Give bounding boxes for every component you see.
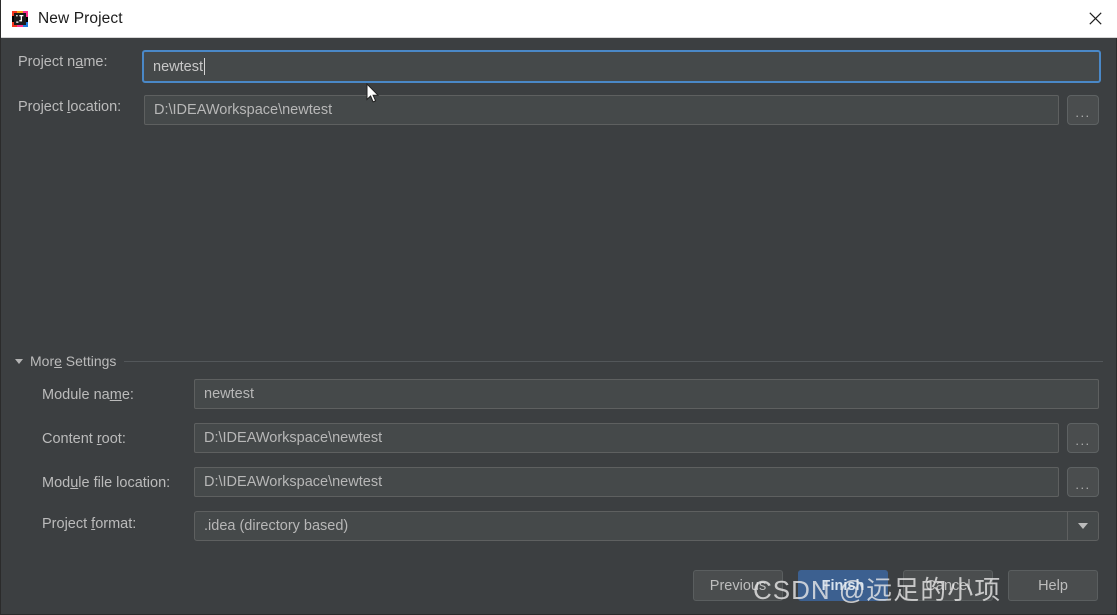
window-title: New Project [38, 9, 123, 27]
module-file-location-browse-button[interactable]: ... [1067, 467, 1099, 497]
ellipsis-icon: ... [1075, 476, 1091, 492]
new-project-dialog: New Project Project name: newtest Projec… [0, 0, 1117, 615]
section-divider [124, 360, 1103, 362]
chevron-down-icon[interactable] [1067, 512, 1098, 540]
intellij-idea-icon [11, 10, 29, 28]
module-name-value: newtest [204, 386, 254, 402]
ellipsis-icon: ... [1075, 104, 1091, 120]
finish-button[interactable]: Finish [798, 570, 888, 601]
more-settings-toggle[interactable]: More Settings [15, 352, 1103, 370]
project-format-value: .idea (directory based) [204, 518, 349, 534]
project-location-label-wrap: Project location: [18, 99, 121, 115]
cancel-button-label: Cancel [925, 577, 971, 594]
module-file-location-label: Module file location: [42, 475, 171, 491]
project-location-value: D:\IDEAWorkspace\newtest [154, 102, 333, 118]
content-root-label-wrap: Content root: [42, 431, 126, 447]
project-location-label: Project location: [18, 99, 122, 115]
project-format-label-wrap: Project format: [42, 516, 136, 532]
close-icon[interactable] [1072, 0, 1117, 37]
module-file-location-label-wrap: Module file location: [42, 475, 170, 491]
module-file-location-value: D:\IDEAWorkspace\newtest [204, 474, 383, 490]
previous-button-label: Previous [709, 577, 767, 594]
text-caret [203, 58, 205, 75]
content-root-value: D:\IDEAWorkspace\newtest [204, 430, 383, 446]
previous-button[interactable]: Previous [693, 570, 783, 601]
project-location-input[interactable]: D:\IDEAWorkspace\newtest [144, 95, 1059, 125]
project-name-value: newtest [153, 58, 203, 75]
help-button[interactable]: Help [1008, 570, 1098, 601]
project-name-label: Project name: [18, 54, 108, 70]
project-name-label-wrap: Project name: [18, 54, 107, 70]
project-format-select[interactable]: .idea (directory based) [194, 511, 1099, 541]
content-root-input[interactable]: D:\IDEAWorkspace\newtest [194, 423, 1059, 453]
module-name-label-wrap: Module name: [42, 387, 134, 403]
project-name-input[interactable]: newtest [142, 50, 1101, 83]
more-settings-label: More Settings [30, 353, 117, 369]
cancel-button[interactable]: Cancel [903, 570, 993, 601]
module-file-location-input[interactable]: D:\IDEAWorkspace\newtest [194, 467, 1059, 497]
project-format-label: Project format: [42, 516, 137, 532]
help-button-label: Help [1038, 577, 1068, 594]
title-bar: New Project [1, 0, 1117, 38]
chevron-down-icon [15, 358, 23, 364]
module-name-input[interactable]: newtest [194, 379, 1099, 409]
finish-button-label: Finish [821, 577, 865, 594]
project-location-browse-button[interactable]: ... [1067, 95, 1099, 125]
module-name-label: Module name: [42, 387, 134, 403]
ellipsis-icon: ... [1075, 432, 1091, 448]
content-root-browse-button[interactable]: ... [1067, 423, 1099, 453]
content-root-label: Content root: [42, 431, 126, 447]
